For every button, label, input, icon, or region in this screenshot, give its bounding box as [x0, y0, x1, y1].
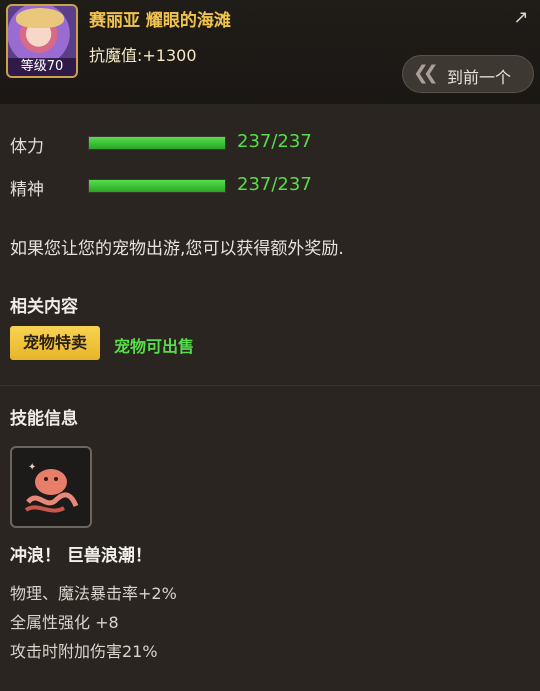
share-icon[interactable]: ↗: [506, 6, 536, 30]
spirit-value: 237/237: [237, 174, 312, 195]
avatar-hat-image: [16, 8, 64, 28]
surf-wave-icon: ✦: [24, 462, 79, 513]
skill-effect-damage: 攻击时附加伤害21%: [10, 642, 158, 661]
spirit-label: 精神: [10, 180, 44, 200]
skill-icon[interactable]: ✦: [10, 446, 92, 528]
pet-header: 等级70 赛丽亚 耀眼的海滩 抗魔值:+1300 ↗ ❮❮ 到前一个: [0, 0, 540, 104]
skill-effect-stats: 全属性强化 +8: [10, 613, 119, 632]
stamina-value: 237/237: [237, 131, 312, 152]
stamina-bar: [88, 136, 226, 150]
spirit-bar-fill: [89, 180, 225, 192]
related-title: 相关内容: [10, 297, 78, 317]
resist-value: 抗魔值:+1300: [89, 46, 197, 65]
stamina-bar-fill: [89, 137, 225, 149]
svg-text:✦: ✦: [28, 462, 36, 473]
stamina-label: 体力: [10, 137, 44, 157]
double-chevron-left-icon: ❮❮: [413, 62, 439, 84]
section-divider: [0, 385, 540, 386]
pet-name: 赛丽亚 耀眼的海滩: [89, 11, 231, 31]
skill-name: 冲浪！ 巨兽浪潮！: [10, 546, 152, 566]
skill-effect-crit: 物理、魔法暴击率+2%: [10, 584, 177, 603]
skill-info-title: 技能信息: [10, 409, 78, 429]
level-badge: 等级70: [8, 58, 76, 76]
previous-button[interactable]: ❮❮ 到前一个: [402, 55, 534, 93]
previous-button-label: 到前一个: [447, 68, 512, 87]
sellable-status: 宠物可出售: [114, 337, 195, 356]
spirit-bar: [88, 179, 226, 193]
pet-sale-button[interactable]: 宠物特卖: [10, 326, 100, 360]
pet-avatar[interactable]: 等级70: [6, 4, 78, 78]
outing-description: 如果您让您的宠物出游,您可以获得额外奖励.: [10, 239, 344, 259]
